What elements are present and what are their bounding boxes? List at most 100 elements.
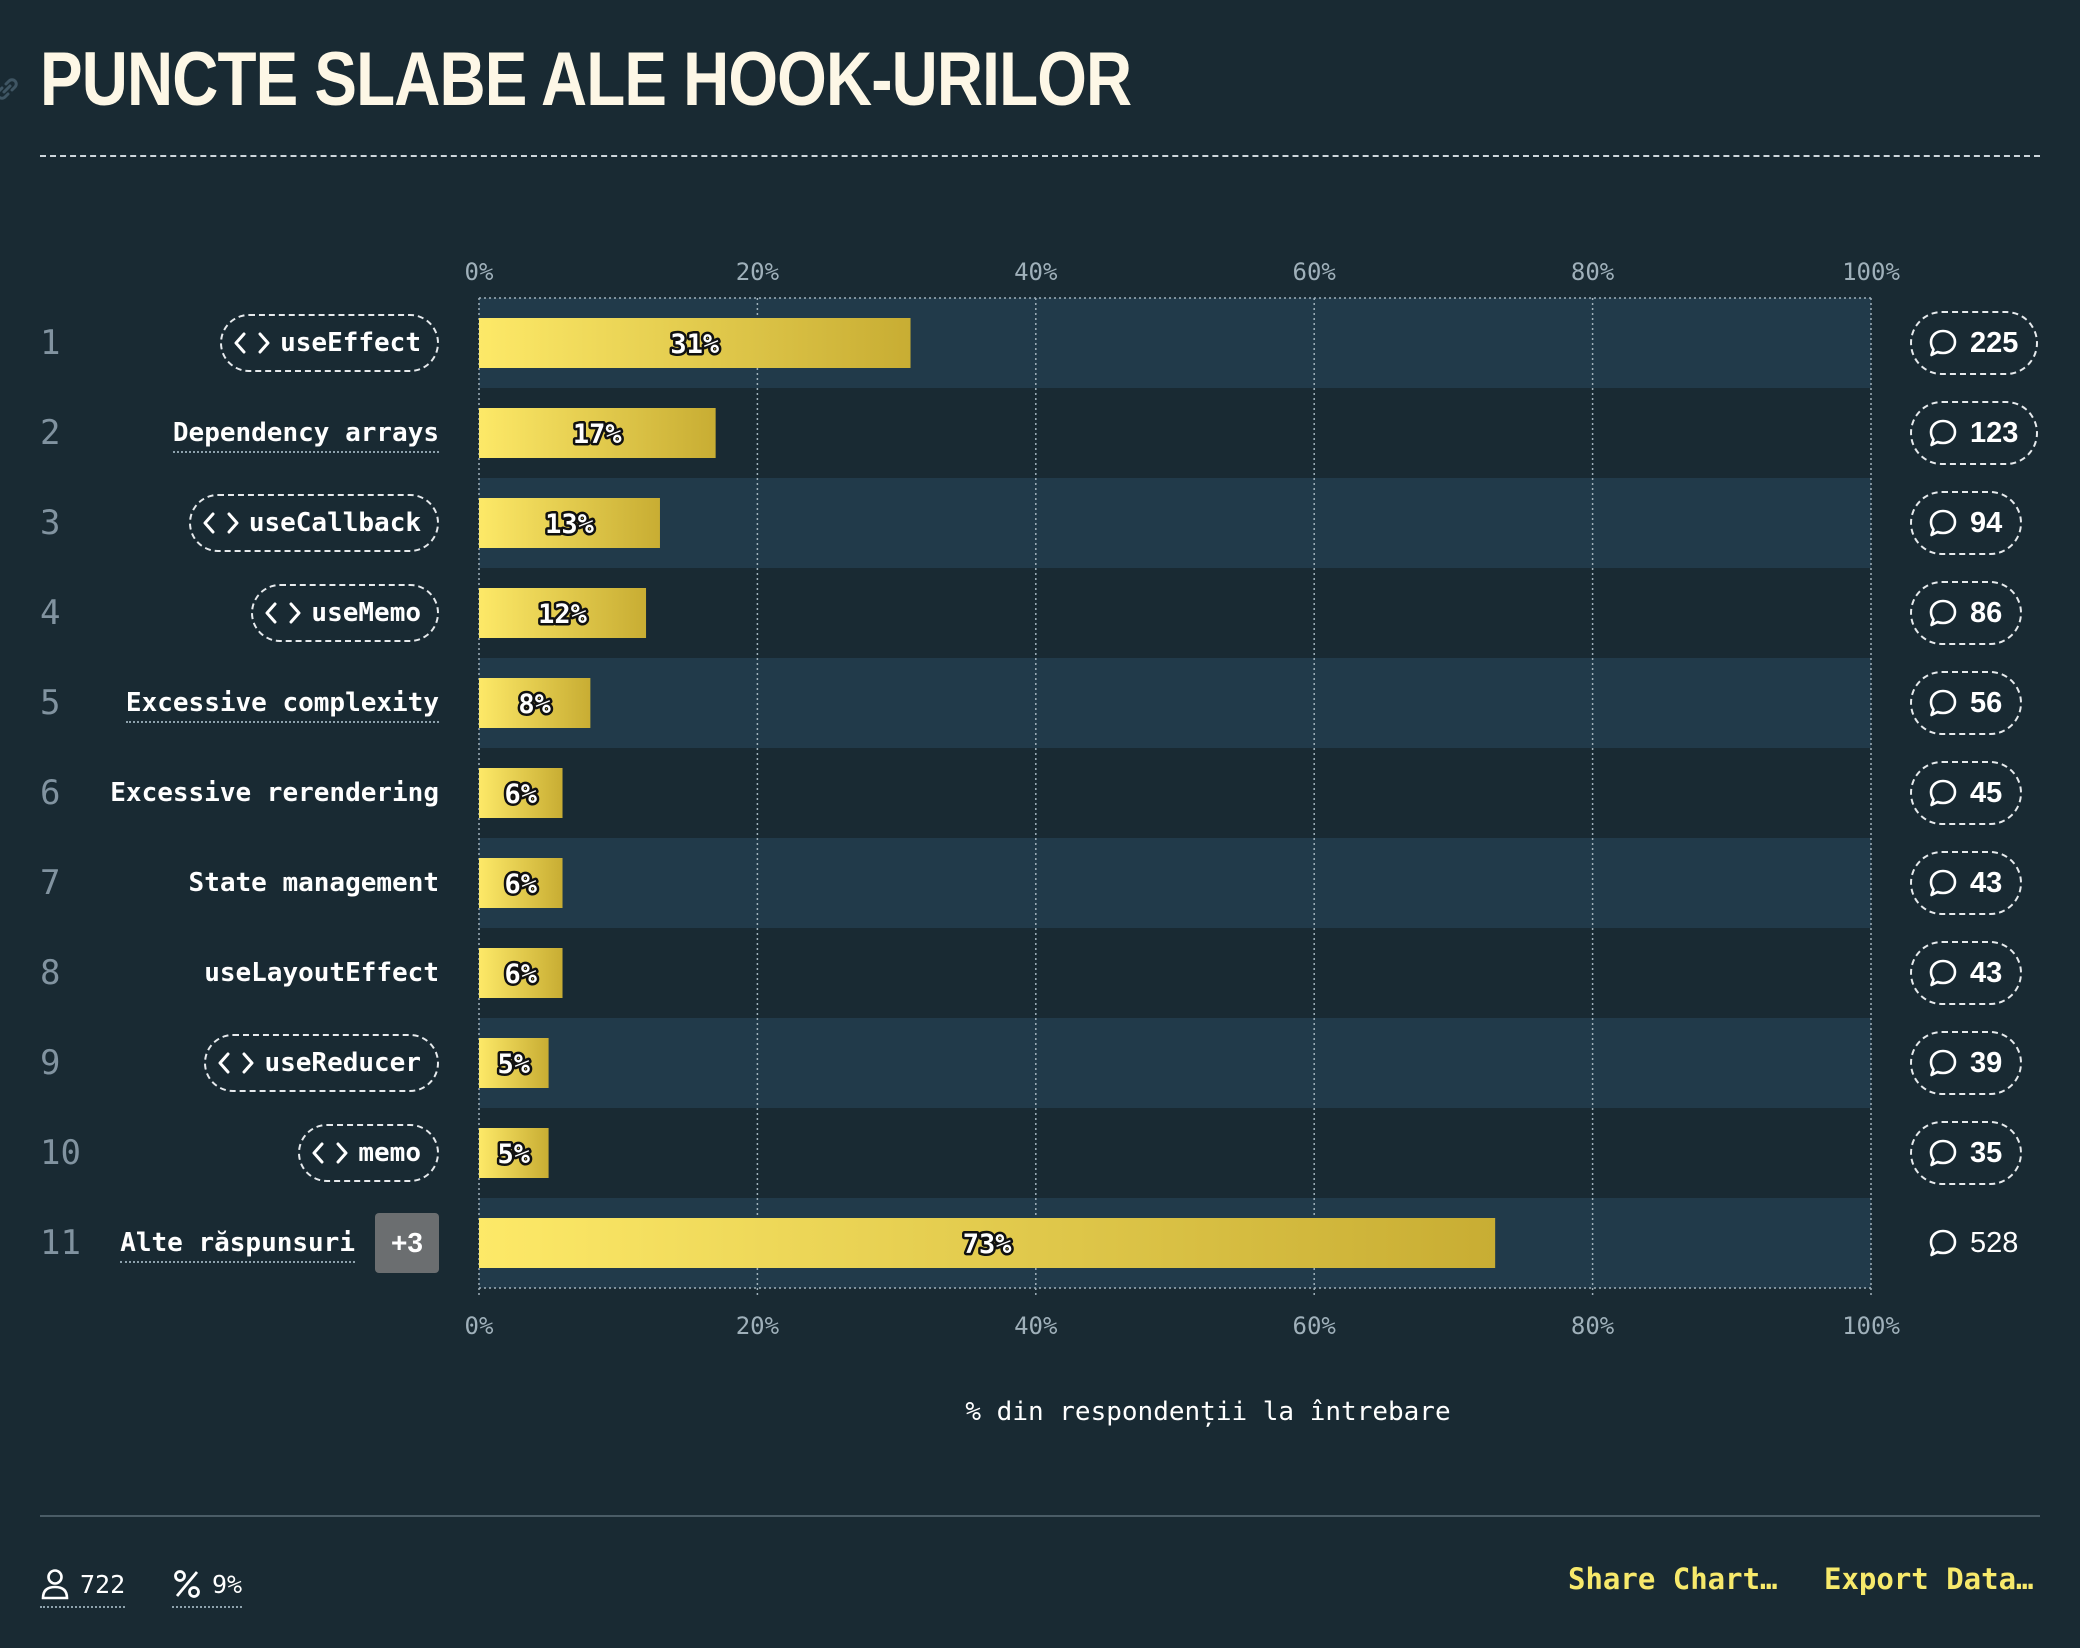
respondents-count: 722 — [80, 1569, 126, 1599]
row-label-text[interactable]: Dependency arrays — [172, 418, 439, 453]
comment-count-button[interactable]: 43 — [1910, 851, 2023, 915]
export-data-button[interactable]: Export Data… — [1824, 1562, 2034, 1596]
more-answers-badge[interactable]: +3 — [375, 1213, 439, 1273]
comment-count: 45 — [1970, 776, 2003, 809]
x-tick-label-top: 80% — [1571, 258, 1615, 286]
comment-count: 43 — [1970, 866, 2003, 899]
percent-icon — [174, 1570, 200, 1598]
comment-icon — [1929, 1049, 1957, 1077]
bar-value-label: 5% — [498, 1139, 531, 1170]
footer-divider — [40, 1515, 2040, 1517]
comment-icon — [1929, 1139, 1957, 1167]
x-tick-label-bottom: 20% — [736, 1312, 780, 1340]
row-label-text: useCallback — [248, 508, 421, 538]
hook-pill[interactable]: useReducer — [204, 1034, 439, 1092]
row-label-text[interactable]: Alte răspunsuri — [120, 1228, 355, 1263]
rank-number: 11 — [40, 1223, 81, 1263]
comment-count-button[interactable]: 35 — [1910, 1121, 2023, 1185]
row-label-text: useMemo — [311, 598, 421, 628]
comment-count-button[interactable]: 123 — [1910, 401, 2039, 465]
x-axis-label: % din respondenții la întrebare — [965, 1397, 1451, 1427]
row-label-text: useReducer — [264, 1048, 421, 1078]
rank-number: 7 — [40, 863, 60, 903]
code-icon — [218, 1052, 254, 1074]
respondents-stat[interactable]: 722 — [40, 1562, 126, 1608]
row-label: Excessive complexity — [125, 673, 439, 733]
comment-count: 35 — [1970, 1136, 2003, 1169]
row-label: useCallback — [188, 493, 439, 553]
comment-count-button[interactable]: 43 — [1910, 941, 2023, 1005]
row-label-text: State management — [188, 868, 439, 898]
x-tick-label-bottom: 0% — [465, 1312, 494, 1340]
rank-number: 10 — [40, 1133, 81, 1173]
x-tick-label-top: 100% — [1842, 258, 1900, 286]
comment-count: 225 — [1970, 326, 2019, 359]
hook-pill[interactable]: useEffect — [220, 314, 439, 372]
comment-count-button[interactable]: 528 — [1910, 1211, 2038, 1275]
bar-value-label: 31% — [670, 329, 720, 360]
rank-number: 1 — [40, 323, 60, 363]
hook-pill[interactable]: memo — [298, 1124, 439, 1182]
row-band — [479, 478, 1871, 568]
row-label: useReducer — [204, 1033, 439, 1093]
row-band — [479, 838, 1871, 928]
row-label-text[interactable]: Excessive complexity — [125, 688, 439, 723]
user-icon — [41, 1569, 69, 1600]
code-icon — [265, 602, 301, 624]
row-label: State management — [189, 853, 439, 913]
row-label-text: Excessive rerendering — [110, 778, 439, 808]
rank-number: 2 — [40, 413, 60, 453]
comment-count: 94 — [1970, 506, 2003, 539]
comment-count: 528 — [1970, 1226, 2019, 1259]
row-label: Dependency arrays — [172, 403, 439, 463]
rank-number: 3 — [40, 503, 60, 543]
hook-pill[interactable]: useMemo — [251, 584, 439, 642]
comment-count-button[interactable]: 45 — [1910, 761, 2023, 825]
bar-value-label: 6% — [505, 869, 538, 900]
bar-value-label: 12% — [538, 599, 588, 630]
x-tick-label-top: 0% — [465, 258, 494, 286]
row-label: useEffect — [220, 313, 439, 373]
share-chart-button[interactable]: Share Chart… — [1568, 1562, 1778, 1596]
bar-value-label: 5% — [498, 1049, 531, 1080]
comment-count-button[interactable]: 39 — [1910, 1031, 2023, 1095]
rank-number: 8 — [40, 953, 60, 993]
comment-count: 86 — [1970, 596, 2003, 629]
comment-icon — [1929, 509, 1957, 537]
comment-count: 123 — [1970, 416, 2019, 449]
bar-value-label: 73% — [963, 1229, 1013, 1260]
row-label: memo — [298, 1123, 439, 1183]
x-tick-label-top: 60% — [1293, 258, 1337, 286]
comment-icon — [1929, 599, 1957, 627]
x-tick-label-bottom: 60% — [1293, 1312, 1337, 1340]
percent-stat[interactable]: 9% — [172, 1562, 243, 1608]
comment-icon — [1929, 1229, 1957, 1257]
comment-count: 39 — [1970, 1046, 2003, 1079]
hook-pill[interactable]: useCallback — [188, 494, 439, 552]
row-label-text: useEffect — [280, 328, 421, 358]
comment-icon — [1929, 329, 1957, 357]
comment-icon — [1929, 419, 1957, 447]
comment-icon — [1929, 779, 1957, 807]
bar-value-label: 13% — [545, 509, 595, 540]
comment-count-button[interactable]: 56 — [1910, 671, 2023, 735]
row-band — [479, 658, 1871, 748]
row-band — [479, 1018, 1871, 1108]
row-label: Excessive rerendering — [110, 763, 439, 823]
comment-count-button[interactable]: 225 — [1910, 311, 2039, 375]
comment-count: 43 — [1970, 956, 2003, 989]
bar-value-label: 6% — [505, 959, 538, 990]
code-icon — [203, 512, 239, 534]
comment-icon — [1929, 689, 1957, 717]
comment-count: 56 — [1970, 686, 2003, 719]
bar-value-label: 17% — [573, 419, 623, 450]
code-icon — [312, 1142, 348, 1164]
x-tick-label-bottom: 80% — [1571, 1312, 1615, 1340]
bar-value-label: 8% — [518, 689, 551, 720]
rank-number: 4 — [40, 593, 60, 633]
row-label: useLayoutEffect — [204, 943, 439, 1003]
rank-number: 9 — [40, 1043, 60, 1083]
comment-count-button[interactable]: 94 — [1910, 491, 2023, 555]
comment-count-button[interactable]: 86 — [1910, 581, 2023, 645]
percent-value: 9% — [212, 1569, 243, 1599]
